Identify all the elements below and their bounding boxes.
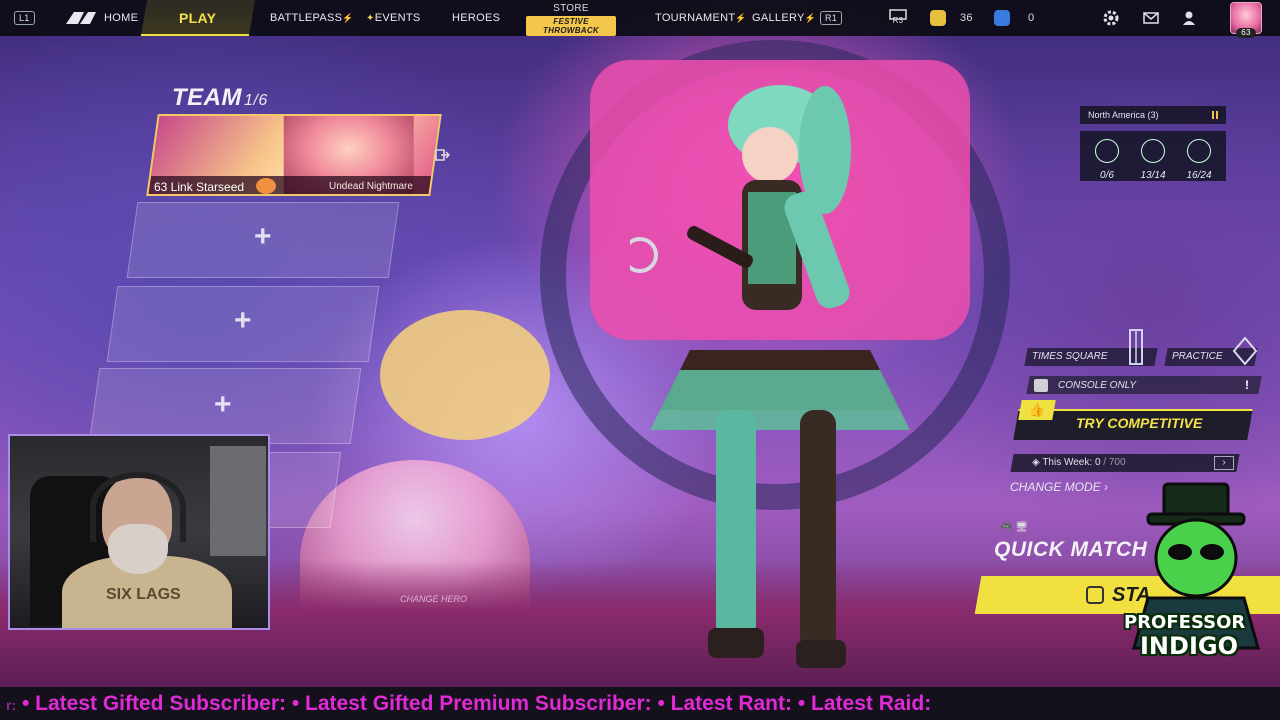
nav-home[interactable]: HOME [104, 0, 138, 36]
weekly-progress-text: ◈ This Week: 0 / 700 [1032, 457, 1126, 468]
crossed-swords-icon [1141, 139, 1165, 163]
add-teammate-icon: + [234, 304, 252, 337]
top-navigation-bar: L1 HOME PLAY BATTLEPASS⚡ ✦EVENTS HEROES … [0, 0, 1280, 38]
trophy-icon [1187, 139, 1211, 163]
team-member-skin: Undead Nightmare [329, 181, 413, 192]
clipboard-icon [1095, 139, 1119, 163]
change-mode-label: CHANGE MODE [1010, 480, 1101, 494]
hero-character [622, 80, 930, 680]
team-count: 1/6 [244, 92, 268, 109]
streamer-webcam: SIX LAGS [8, 434, 270, 630]
gold-currency-icon [930, 10, 946, 26]
nav-gallery[interactable]: GALLERY⚡ [752, 0, 816, 36]
practice-target-icon [1232, 336, 1258, 366]
blue-currency-value: 0 [1028, 12, 1035, 24]
nav-events[interactable]: ✦EVENTS [366, 0, 421, 36]
new-flag-icon: ⚡ [342, 13, 354, 23]
server-region-selector[interactable]: North America (3) [1080, 106, 1226, 124]
events-icon: ✦ [366, 13, 375, 24]
stream-ticker: r: • Latest Gifted Subscriber: • Latest … [0, 687, 1280, 720]
change-mode-button[interactable]: CHANGE MODE › [1010, 480, 1108, 494]
nav-tournament-label: TOURNAMENT [655, 12, 736, 24]
mode-times-square-label: TIMES SQUARE [1032, 351, 1108, 362]
pet-icon [256, 178, 276, 194]
streamer-logo-line2: INDIGO [1140, 632, 1238, 660]
mode-practice-label: PRACTICE [1172, 351, 1223, 362]
stat-missions[interactable]: 0/6 [1084, 133, 1130, 183]
headset-icon [90, 472, 186, 542]
player-level-badge: 63 [1236, 28, 1256, 38]
gold-currency-value: 36 [960, 12, 973, 24]
thumbs-up-glyph: 👍 [1028, 402, 1046, 417]
weekly-progress-icon: ◈ [1032, 457, 1040, 468]
friends-icon[interactable] [1180, 9, 1198, 27]
stat-achievements[interactable]: 16/24 [1176, 133, 1222, 183]
nav-heroes[interactable]: HEROES [452, 0, 500, 36]
ticker-lead: r: [6, 697, 17, 713]
webcam-background-window [210, 446, 266, 556]
nav-play-label: PLAY [179, 10, 217, 26]
thumbs-up-icon: 👍 [1018, 400, 1056, 420]
home-logo-icon[interactable] [64, 10, 98, 26]
signal-icon [1212, 111, 1218, 119]
try-competitive-label: TRY COMPETITIVE [1076, 415, 1203, 431]
nav-events-label: EVENTS [374, 12, 421, 24]
leave-team-icon[interactable] [434, 147, 450, 163]
nav-gallery-label: GALLERY [752, 12, 805, 24]
server-region-label: North America (3) [1088, 110, 1159, 120]
store-promo-badge: FESTIVE THROWBACK [526, 16, 616, 36]
team-title: TEAM 1/6 [172, 84, 268, 112]
add-teammate-icon: + [214, 388, 232, 421]
nav-tournament[interactable]: TOURNAMENT⚡ [655, 0, 747, 36]
stat-battles[interactable]: 13/14 [1130, 133, 1176, 183]
console-warning-icon[interactable]: ! [1240, 378, 1254, 392]
streamer-logo-line1: PROFESSOR [1124, 612, 1246, 633]
l1-button-hint: L1 [14, 11, 35, 25]
add-teammate-icon: + [254, 220, 272, 253]
team-title-label: TEAM [172, 84, 242, 111]
this-week-value: 0 [1094, 457, 1101, 468]
stat-achievements-value: 16/24 [1186, 170, 1212, 181]
stat-battles-value: 13/14 [1140, 170, 1166, 181]
r1-button-hint: R1 [820, 11, 843, 25]
nav-store-label: STORE [553, 3, 589, 14]
times-square-building-icon [1129, 329, 1143, 365]
console-only-checkbox[interactable] [1034, 379, 1048, 392]
hoodie-print: SIX LAGS [106, 586, 181, 603]
background-lemon [380, 310, 550, 440]
nav-store[interactable]: STORE FESTIVE THROWBACK [526, 3, 616, 36]
blue-currency-icon [994, 10, 1010, 26]
ticker-text: • Latest Gifted Subscriber: • Latest Gif… [16, 692, 932, 715]
new-flag-icon: ⚡ [735, 13, 747, 23]
platform-icons: 🎮 🖥 [1000, 522, 1028, 533]
this-week-label: This Week: [1042, 457, 1093, 468]
nav-battlepass[interactable]: BATTLEPASS⚡ [270, 0, 354, 36]
this-week-total: / 700 [1103, 457, 1126, 468]
start-square-icon [1086, 586, 1104, 604]
console-only-label: CONSOLE ONLY [1058, 380, 1136, 391]
mail-icon[interactable] [1142, 9, 1160, 27]
weekly-details-chevron-icon[interactable]: › [1214, 456, 1234, 470]
stat-missions-value: 0/6 [1100, 170, 1114, 181]
progress-stats: 0/6 13/14 16/24 [1080, 131, 1226, 181]
nav-battlepass-label: BATTLEPASS [270, 12, 343, 24]
nav-play[interactable]: PLAY [140, 0, 256, 36]
team-member-name: 63 Link Starseed [154, 180, 245, 194]
hero-illustration [622, 85, 910, 668]
change-hero-button[interactable]: CHANGE HERO [400, 594, 467, 604]
settings-gear-icon[interactable] [1102, 9, 1120, 27]
new-flag-icon: ⚡ [804, 13, 817, 23]
r3-button-hint: R3 [892, 16, 904, 25]
